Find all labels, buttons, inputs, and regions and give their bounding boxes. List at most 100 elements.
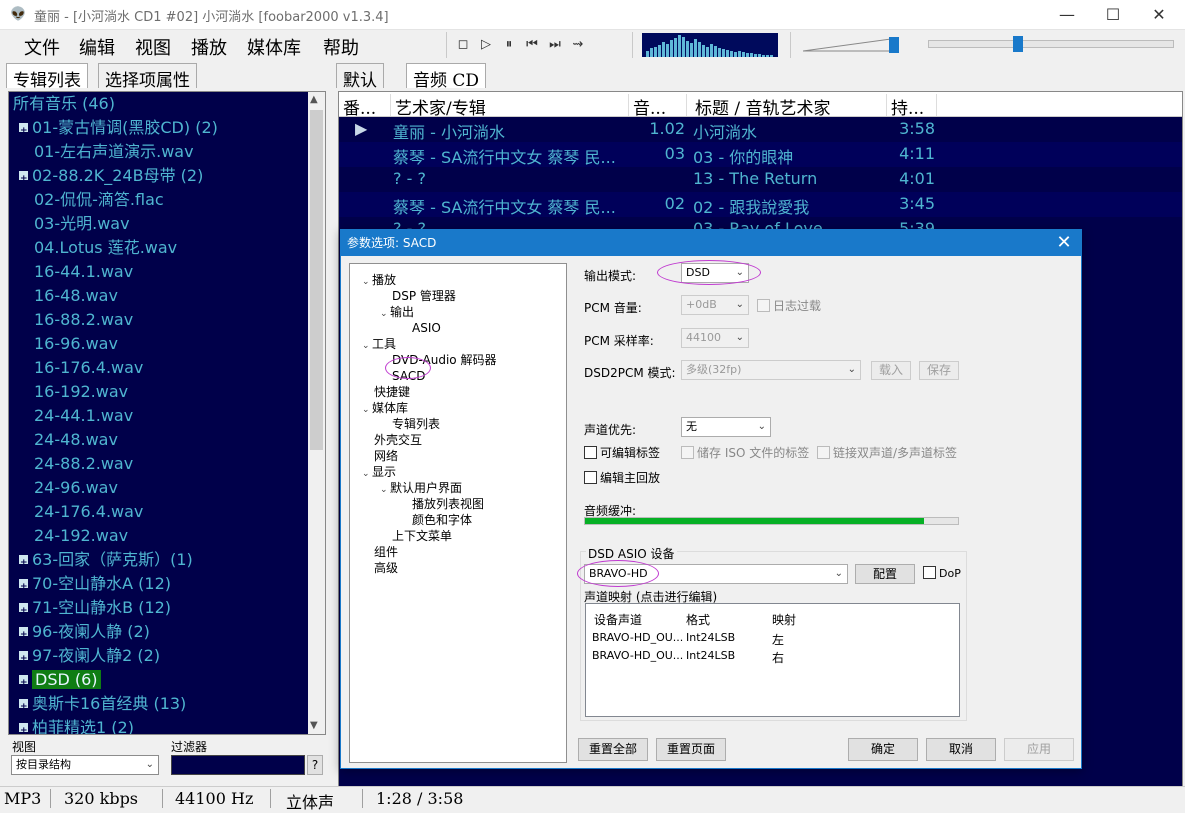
tree-item[interactable]: 04.Lotus 莲花.wav — [15, 236, 177, 260]
tree-item[interactable]: 02-侃侃-滴答.flac — [15, 188, 164, 212]
tree-item[interactable]: 71-空山静水B (12) — [15, 596, 171, 623]
tree-item[interactable]: 16-44.1.wav — [15, 260, 133, 284]
preferences-tree[interactable]: ⌄ 播放 DSP 管理器 ⌄ 输出 ASIO ⌄ 工具 DVD-Audio 解码器 SACD 快捷键… — [349, 263, 567, 763]
tree-item[interactable]: 16-88.2.wav — [15, 308, 133, 332]
store-iso-tags-checkbox[interactable]: 储存 ISO 文件的标签 — [681, 444, 809, 461]
col-artist-album[interactable]: 艺术家/专辑 — [395, 94, 629, 116]
expand-plus-icon[interactable] — [19, 719, 28, 734]
playlist-row[interactable]: 蔡琴 - SA流行中文女 蔡琴 民... 02 02 - 跟我說愛我 3:45 — [339, 192, 1182, 217]
scroll-up-icon[interactable]: ▲ — [310, 94, 318, 105]
tree-item[interactable]: 96-夜阑人静 (2) — [15, 620, 150, 647]
map-col-mapping[interactable]: 映射 — [772, 611, 796, 628]
menu-view[interactable]: 视图 — [135, 34, 171, 60]
pref-tree-node[interactable]: 高级 — [374, 560, 398, 576]
tree-expand-icon[interactable]: ⌄ — [380, 306, 390, 322]
tree-item[interactable]: 24-44.1.wav — [15, 404, 133, 428]
dop-checkbox[interactable]: DoP — [923, 566, 961, 580]
expand-plus-icon[interactable] — [19, 695, 28, 719]
tree-item[interactable]: 97-夜阑人静2 (2) — [15, 644, 160, 671]
tree-item[interactable]: 24-96.wav — [15, 476, 118, 500]
pref-tree-node[interactable]: ⌄ 媒体库 — [362, 400, 408, 416]
edit-master-checkbox[interactable]: 编辑主回放 — [584, 469, 660, 486]
pause-icon[interactable]: ⏸ — [501, 37, 517, 53]
tab-default-playlist[interactable]: 默认 — [336, 63, 384, 91]
map-col-device-channel[interactable]: 设备声道 — [594, 611, 642, 628]
tree-item[interactable]: 所有音乐 (46) — [13, 92, 115, 116]
tree-expand-icon[interactable]: ⌄ — [362, 402, 372, 418]
expand-plus-icon[interactable] — [19, 575, 28, 599]
next-icon[interactable]: ⏭ — [547, 37, 563, 53]
close-icon[interactable]: ✕ — [1136, 0, 1182, 30]
col-duration[interactable]: 持... — [891, 94, 937, 116]
dsd2pcm-select[interactable]: 多级(32fp) ⌄ — [681, 360, 861, 380]
tree-item[interactable]: 16-48.wav — [15, 284, 118, 308]
pref-tree-node[interactable]: 颜色和字体 — [412, 512, 472, 528]
col-track-no[interactable]: 音... — [633, 94, 687, 116]
menu-file[interactable]: 文件 — [24, 34, 60, 60]
previous-icon[interactable]: ⏮ — [524, 37, 540, 53]
map-col-format[interactable]: 格式 — [686, 611, 710, 628]
random-icon[interactable]: ⇝ — [570, 37, 586, 53]
tree-item[interactable]: 03-光明.wav — [15, 212, 130, 236]
pcm-volume-select[interactable]: +0dB ⌄ — [681, 295, 749, 315]
pref-tree-node[interactable]: DSP 管理器 — [392, 288, 456, 304]
channel-pref-select[interactable]: 无 ⌄ — [681, 417, 771, 437]
pcm-rate-select[interactable]: 44100 ⌄ — [681, 328, 749, 348]
pref-tree-node[interactable]: 播放列表视图 — [412, 496, 484, 512]
col-playing[interactable]: 番... — [343, 94, 391, 116]
album-tree[interactable]: 所有音乐 (46) 01-蒙古情调(黑胶CD) (2) 01-左右声道演示.wav 0… — [8, 91, 326, 735]
tree-item[interactable]: 奥斯卡16首经典 (13) — [15, 692, 186, 719]
tree-item[interactable]: 01-左右声道演示.wav — [15, 140, 194, 164]
seek-bar[interactable] — [928, 40, 1174, 48]
apply-button[interactable]: 应用 — [1004, 738, 1074, 761]
pref-tree-node[interactable]: ⌄ 工具 — [362, 336, 396, 352]
channel-mapping-table[interactable]: 设备声道 格式 映射 BRAVO-HD_OU... Int24LSB 左 BRAVO-… — [585, 603, 960, 717]
expand-plus-icon[interactable] — [19, 647, 28, 671]
pref-tree-node[interactable]: ASIO — [412, 320, 441, 336]
tree-item[interactable]: 柏菲精选1 (2) — [15, 716, 134, 734]
tab-audio-cd[interactable]: 音频 CD — [406, 63, 487, 91]
maximize-icon[interactable]: ☐ — [1090, 0, 1136, 30]
dialog-close-icon[interactable]: ✕ — [1053, 230, 1075, 256]
tree-expand-icon[interactable]: ⌄ — [362, 338, 372, 354]
pref-tree-node[interactable]: ⌄ 播放 — [362, 272, 396, 288]
col-title[interactable]: 标题 / 音轨艺术家 — [695, 94, 887, 116]
link-tags-checkbox[interactable]: 链接双声道/多声道标签 — [817, 444, 957, 461]
menu-edit[interactable]: 编辑 — [79, 34, 115, 60]
tree-item[interactable]: 16-176.4.wav — [15, 356, 143, 380]
pref-tree-node[interactable]: 专辑列表 — [392, 416, 440, 432]
tab-selection-properties[interactable]: 选择项属性 — [98, 63, 197, 91]
pref-tree-node[interactable]: ⌄ 显示 — [362, 464, 396, 480]
reset-page-button[interactable]: 重置页面 — [656, 738, 726, 761]
tree-item[interactable]: 16-192.wav — [15, 380, 128, 404]
expand-plus-icon[interactable] — [19, 119, 28, 143]
expand-plus-icon[interactable] — [19, 167, 28, 191]
tab-album-list[interactable]: 专辑列表 — [6, 63, 88, 91]
tree-item[interactable]: 24-192.wav — [15, 524, 128, 548]
tree-expand-icon[interactable]: ⌄ — [380, 482, 390, 498]
scroll-thumb[interactable] — [310, 110, 323, 450]
ok-button[interactable]: 确定 — [848, 738, 918, 761]
menu-help[interactable]: 帮助 — [323, 34, 359, 60]
pref-tree-node[interactable]: 上下文菜单 — [392, 528, 452, 544]
volume-slider[interactable] — [803, 36, 903, 54]
reset-all-button[interactable]: 重置全部 — [578, 738, 648, 761]
expand-plus-icon[interactable] — [19, 671, 28, 695]
stop-icon[interactable]: ◻ — [455, 37, 471, 53]
pref-tree-node[interactable]: ⌄ 默认用户界面 — [380, 480, 462, 496]
minimize-icon[interactable]: — — [1044, 0, 1090, 30]
tree-item[interactable]: 16-96.wav — [15, 332, 118, 356]
tree-item[interactable]: 70-空山静水A (12) — [15, 572, 171, 599]
load-button[interactable]: 载入 — [871, 361, 911, 380]
tree-expand-icon[interactable]: ⌄ — [362, 274, 372, 290]
pref-tree-node[interactable]: 组件 — [374, 544, 398, 560]
tree-item[interactable]: 24-88.2.wav — [15, 452, 133, 476]
editable-tags-checkbox[interactable]: 可编辑标签 — [584, 444, 660, 461]
pref-tree-node[interactable]: 网络 — [374, 448, 398, 464]
playlist-row[interactable]: 蔡琴 - SA流行中文女 蔡琴 民... 03 03 - 你的眼神 4:11 — [339, 142, 1182, 167]
tree-item[interactable]: 01-蒙古情调(黑胶CD) (2) — [15, 116, 218, 143]
filter-input[interactable] — [171, 755, 305, 775]
expand-plus-icon[interactable] — [19, 599, 28, 623]
expand-plus-icon[interactable] — [19, 623, 28, 647]
tree-expand-icon[interactable]: ⌄ — [362, 466, 372, 482]
